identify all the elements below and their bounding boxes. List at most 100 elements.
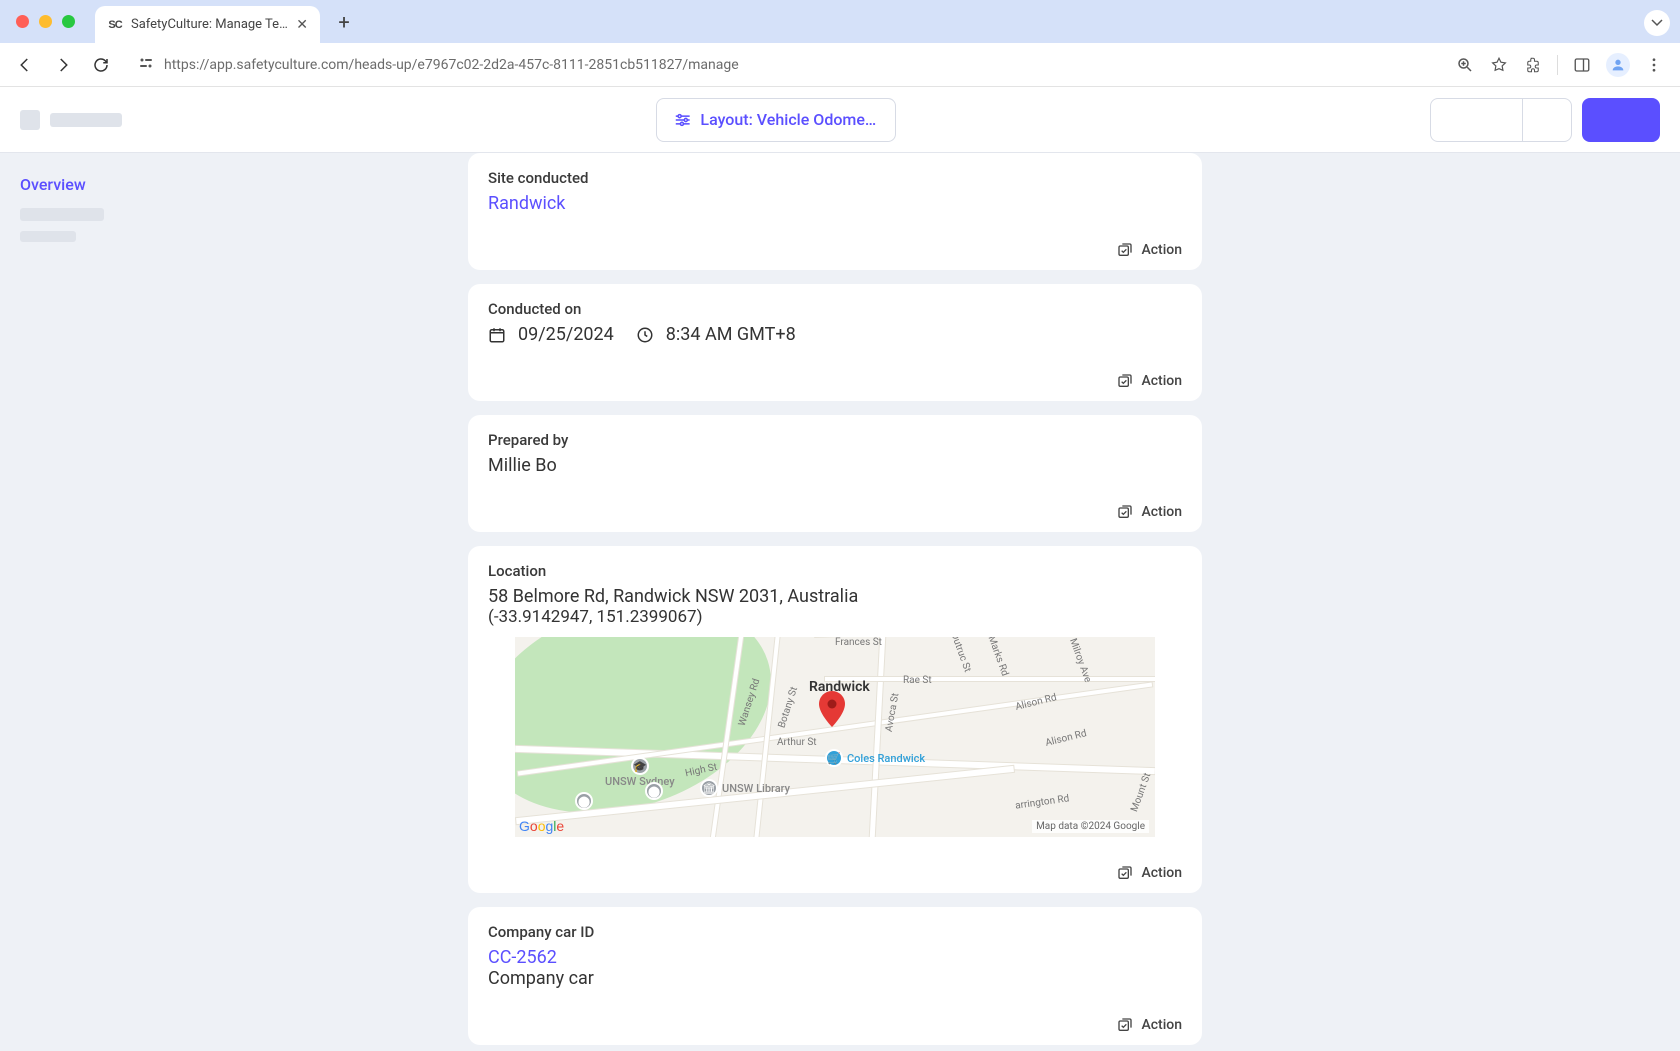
field-label: Conducted on [488, 300, 1182, 318]
app-body: Overview Site conducted Randwick Action [0, 153, 1680, 1051]
toolbar-divider [1557, 55, 1558, 75]
action-icon [1117, 504, 1133, 520]
browser-toolbar: https://app.safetyculture.com/heads-up/e… [0, 43, 1680, 87]
forward-button[interactable] [48, 50, 78, 80]
prepared-by-value: Millie Bo [488, 455, 1182, 476]
company-car-id[interactable]: CC-2562 [488, 947, 1182, 968]
extensions-icon[interactable] [1523, 55, 1543, 75]
building-icon: 🏛 [700, 779, 718, 797]
action-button[interactable]: Action [1117, 242, 1182, 258]
conducted-datetime: 09/25/2024 8:34 AM GMT+8 [488, 324, 1182, 345]
window-maximize[interactable] [62, 15, 75, 28]
zoom-icon[interactable] [1455, 55, 1475, 75]
browser-tab-strip: SC SafetyCulture: Manage Teams and... ✕ … [0, 0, 1680, 43]
address-bar[interactable]: https://app.safetyculture.com/heads-up/e… [124, 49, 1447, 81]
building-icon: ⬤ [575, 792, 593, 810]
header-secondary-button-1[interactable] [1431, 99, 1523, 141]
action-button[interactable]: Action [1117, 1017, 1182, 1033]
new-tab-button[interactable]: + [330, 8, 358, 36]
profile-avatar-icon[interactable] [1606, 53, 1630, 77]
poi-label: UNSW Library [722, 782, 790, 795]
action-button[interactable]: Action [1117, 865, 1182, 881]
field-label: Company car ID [488, 923, 1182, 941]
header-secondary-button-2[interactable] [1523, 99, 1571, 141]
main-content: Site conducted Randwick Action Conducted… [468, 153, 1202, 1031]
app-header: Layout: Vehicle Odomet... [0, 87, 1680, 153]
conducted-time: 8:34 AM GMT+8 [666, 324, 796, 345]
toolbar-right [1455, 53, 1664, 77]
map-road-label: arrington Rd [1014, 793, 1069, 811]
map-road-label: Avoca St [884, 692, 902, 732]
card-conducted-on: Conducted on 09/25/2024 8:34 AM GMT+8 [468, 284, 1202, 401]
header-right [1430, 98, 1660, 142]
kebab-menu-icon[interactable] [1644, 55, 1664, 75]
map-poi-coles: 🛒 Coles Randwick [825, 749, 925, 767]
skeleton-line [20, 231, 76, 242]
header-center: Layout: Vehicle Odomet... [134, 98, 1418, 142]
action-icon [1117, 865, 1133, 881]
action-label: Action [1141, 242, 1182, 258]
action-icon [1117, 373, 1133, 389]
action-button[interactable]: Action [1117, 373, 1182, 389]
window-minimize[interactable] [39, 15, 52, 28]
header-button-group [1430, 98, 1572, 142]
location-address: 58 Belmore Rd, Randwick NSW 2031, Austra… [488, 586, 1182, 607]
location-map[interactable]: Frances St Rae St Dutruc St St Marks Rd … [515, 637, 1155, 837]
map-attribution: Map data ©2024 Google [1032, 820, 1149, 833]
url-text: https://app.safetyculture.com/heads-up/e… [164, 57, 739, 73]
field-label: Site conducted [488, 169, 1182, 187]
action-label: Action [1141, 373, 1182, 389]
action-label: Action [1141, 1017, 1182, 1033]
cart-icon: 🛒 [825, 749, 843, 767]
tab-title: SafetyCulture: Manage Teams and... [131, 17, 288, 32]
location-coords: (-33.9142947, 151.2399067) [488, 607, 1182, 627]
action-icon [1117, 1017, 1133, 1033]
sliders-icon [675, 113, 690, 127]
app-root: Layout: Vehicle Odomet... Overview Site … [0, 87, 1680, 1051]
back-button[interactable] [10, 50, 40, 80]
layout-selector-button[interactable]: Layout: Vehicle Odomet... [656, 98, 896, 142]
card-company-car: Company car ID CC-2562 Company car Actio… [468, 907, 1202, 1045]
map-poi-unsw-library: 🏛 UNSW Library [700, 779, 790, 797]
company-car-type: Company car [488, 968, 1182, 989]
site-settings-icon[interactable] [138, 55, 154, 75]
map-road-label: Alison Rd [1014, 692, 1057, 713]
site-conducted-value[interactable]: Randwick [488, 193, 1182, 214]
map-road-label: Mount St [1129, 772, 1153, 814]
action-label: Action [1141, 865, 1182, 881]
skeleton-line [20, 208, 104, 221]
google-logo: Google [519, 818, 564, 834]
map-road [869, 637, 886, 837]
card-site-conducted: Site conducted Randwick Action [468, 153, 1202, 270]
poi-label: UNSW Sydney [605, 775, 675, 788]
action-icon [1117, 242, 1133, 258]
conducted-date: 09/25/2024 [518, 324, 614, 345]
card-location: Location 58 Belmore Rd, Randwick NSW 203… [468, 546, 1202, 893]
map-road-label: Arthur St [777, 737, 817, 748]
header-primary-button[interactable] [1582, 98, 1660, 142]
action-button[interactable]: Action [1117, 504, 1182, 520]
field-label: Location [488, 562, 1182, 580]
poi-label: Coles Randwick [847, 752, 925, 765]
map-road [825, 677, 1155, 681]
map-road-label: St Marks Rd [982, 637, 1011, 678]
map-road-label: Botany St [776, 686, 800, 730]
browser-tab[interactable]: SC SafetyCulture: Manage Teams and... ✕ [95, 6, 320, 43]
building-icon: ⬤ [645, 782, 663, 800]
building-icon: 🎓 [631, 757, 649, 775]
reload-button[interactable] [86, 50, 116, 80]
action-label: Action [1141, 504, 1182, 520]
window-close[interactable] [16, 15, 29, 28]
map-road-label: Rae St [903, 675, 932, 686]
map-road-label: Alison Rd [1044, 728, 1087, 749]
sidebar: Overview [0, 153, 370, 1051]
tabs-dropdown-icon[interactable] [1644, 10, 1670, 36]
map-poi-generic: ⬤ [575, 792, 593, 810]
sidebar-item-overview[interactable]: Overview [20, 171, 350, 198]
bookmark-icon[interactable] [1489, 55, 1509, 75]
side-panel-icon[interactable] [1572, 55, 1592, 75]
layout-selector-label: Layout: Vehicle Odomet... [700, 110, 877, 129]
map-pin-icon [819, 691, 845, 727]
tab-close-icon[interactable]: ✕ [296, 17, 308, 33]
main-scroll[interactable]: Site conducted Randwick Action Conducted… [370, 153, 1680, 1051]
